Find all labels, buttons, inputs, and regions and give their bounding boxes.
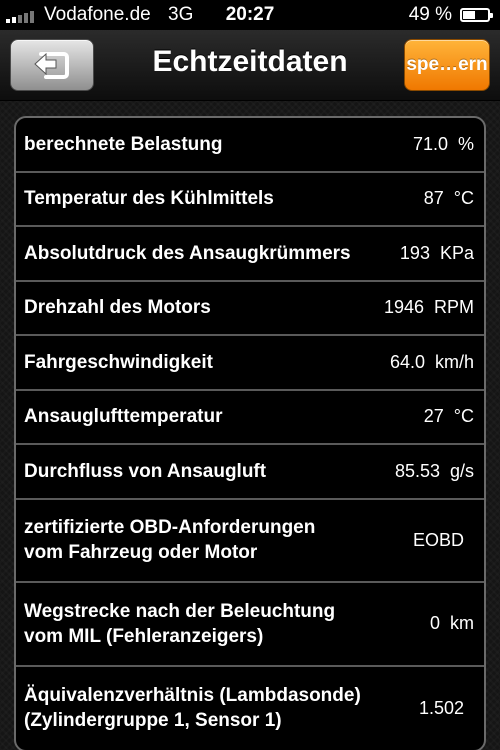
save-button[interactable]: spe…ern bbox=[404, 39, 490, 91]
row-label: Durchfluss von Ansaugluft bbox=[24, 460, 267, 482]
row-value: EOBD bbox=[412, 529, 464, 550]
list-item[interactable]: Temperatur des Kühlmittels 87 °C bbox=[16, 173, 484, 227]
row-label: Wegstrecke nach der Beleuchtung vom MIL (… bbox=[24, 600, 336, 647]
row-label: Temperatur des Kühlmittels bbox=[24, 188, 274, 210]
list-item[interactable]: Drehzahl des Motors 1946 RPM bbox=[16, 282, 484, 336]
list-item[interactable]: Durchfluss von Ansaugluft 85.53 g/s bbox=[16, 445, 484, 500]
row-value: 1946 RPM bbox=[383, 297, 474, 318]
row-value: 85.53 g/s bbox=[394, 460, 474, 481]
live-data-list: berechnete Belastung 71.0% Temperatur de… bbox=[14, 116, 486, 750]
app-screen: Vodafone.de 3G 20:27 49 % Echtzeitdaten … bbox=[0, 0, 500, 750]
row-value: 87 °C bbox=[423, 188, 474, 209]
list-item[interactable]: berechnete Belastung 71.0% bbox=[16, 118, 484, 173]
battery-fill bbox=[463, 11, 475, 19]
back-arrow-icon bbox=[34, 52, 69, 79]
row-label: zertifizierte OBD-Anforderungen vom Fahrz… bbox=[24, 517, 316, 564]
row-value: 193 KPa bbox=[399, 242, 474, 263]
battery-icon bbox=[460, 8, 493, 22]
row-label: Drehzahl des Motors bbox=[24, 297, 211, 319]
status-bar: Vodafone.de 3G 20:27 49 % bbox=[0, 0, 500, 30]
navigation-bar: Echtzeitdaten spe…ern bbox=[0, 30, 500, 101]
list-item[interactable]: Absolutdruck des Ansaugkrümmers 193 KPa bbox=[16, 227, 484, 282]
list-item[interactable]: Äquivalenzverhältnis (Lambdasonde) (Zylin… bbox=[16, 667, 484, 750]
list-item[interactable]: Ansauglufttemperatur 27 °C bbox=[16, 391, 484, 445]
list-item[interactable]: zertifizierte OBD-Anforderungen vom Fahrz… bbox=[16, 500, 484, 583]
list-item[interactable]: Wegstrecke nach der Beleuchtung vom MIL (… bbox=[16, 583, 484, 667]
row-value: 27 °C bbox=[423, 406, 474, 427]
row-label: Fahrgeschwindigkeit bbox=[24, 351, 213, 373]
page-title: Echtzeitdaten bbox=[152, 45, 348, 78]
row-value: 1.502 bbox=[418, 697, 464, 718]
row-value: 0 km bbox=[429, 613, 474, 634]
back-button[interactable] bbox=[10, 39, 94, 91]
list-item[interactable]: Fahrgeschwindigkeit 64.0 km/h bbox=[16, 336, 484, 391]
row-label: berechnete Belastung bbox=[24, 133, 223, 155]
row-value: 71.0% bbox=[412, 133, 474, 154]
battery-percent: 49 % bbox=[408, 4, 452, 25]
row-label: Ansauglufttemperatur bbox=[24, 406, 223, 428]
row-label: Absolutdruck des Ansaugkrümmers bbox=[24, 242, 351, 264]
row-label: Äquivalenzverhältnis (Lambdasonde) (Zylin… bbox=[24, 685, 361, 732]
row-value: 64.0 km/h bbox=[389, 351, 474, 372]
